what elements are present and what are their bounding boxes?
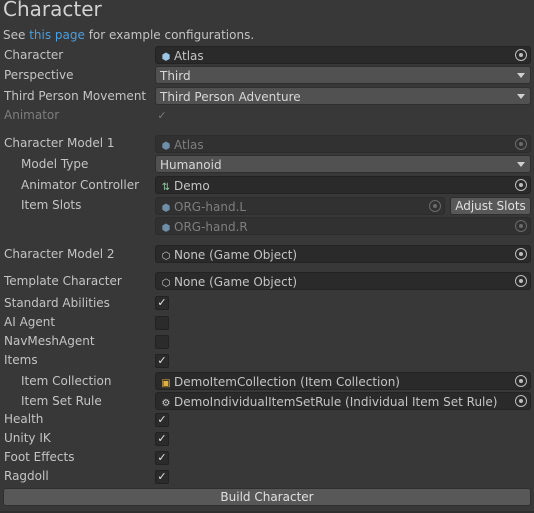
object-picker-icon[interactable]: [515, 179, 527, 191]
foot-effects-checkbox[interactable]: ✓: [155, 451, 169, 465]
inspector-title: Character: [3, 0, 102, 21]
animator-checkbox: ✓: [157, 109, 167, 122]
item-collection-icon: ▣: [161, 378, 171, 389]
item-set-rule-icon: ⚙: [161, 398, 171, 409]
item-set-rule-label: Item Set Rule: [21, 394, 102, 408]
game-object-icon: ⬡: [161, 251, 171, 262]
character-label: Character: [4, 48, 64, 62]
standard-abilities-checkbox[interactable]: ✓: [155, 296, 169, 310]
prefab-cube-icon: ⬢: [161, 52, 171, 63]
third-person-movement-label: Third Person Movement: [4, 89, 147, 103]
third-person-movement-dropdown[interactable]: Third Person Adventure: [155, 87, 531, 105]
prefab-cube-icon: ⬢: [161, 223, 171, 234]
items-label: Items: [4, 353, 38, 367]
character-model-2-field[interactable]: ⬡ None (Game Object): [155, 245, 531, 263]
unity-ik-checkbox[interactable]: ✓: [155, 432, 169, 446]
item-slot-field: ⬢ ORG-hand.L: [155, 197, 445, 215]
model-type-label: Model Type: [21, 157, 89, 171]
dropdown-arrow-icon: [517, 94, 525, 99]
animator-controller-label: Animator Controller: [21, 178, 140, 192]
standard-abilities-label: Standard Abilities: [4, 296, 110, 310]
dropdown-arrow-icon: [517, 162, 525, 167]
adjust-slots-button[interactable]: Adjust Slots: [450, 197, 531, 215]
animator-controller-icon: ⇅: [161, 182, 171, 193]
navmesh-agent-label: NavMeshAgent: [4, 334, 95, 348]
object-picker-icon: [515, 138, 527, 150]
item-slot-field: ⬢ ORG-hand.R: [155, 217, 531, 235]
character-model-2-label: Character Model 2: [4, 247, 115, 261]
ragdoll-checkbox[interactable]: ✓: [155, 470, 169, 484]
game-object-icon: ⬡: [161, 278, 171, 289]
character-model-1-field: ⬢ Atlas: [155, 135, 531, 153]
object-picker-icon: [515, 220, 527, 232]
object-picker-icon[interactable]: [515, 395, 527, 407]
prefab-cube-icon: ⬢: [161, 203, 171, 214]
unity-ik-label: Unity IK: [4, 431, 51, 445]
item-collection-field[interactable]: ▣ DemoItemCollection (Item Collection): [155, 372, 531, 390]
health-checkbox[interactable]: ✓: [155, 413, 169, 427]
object-picker-icon: [429, 200, 441, 212]
ai-agent-label: AI Agent: [4, 315, 56, 329]
perspective-label: Perspective: [4, 68, 74, 82]
animator-controller-field[interactable]: ⇅ Demo: [155, 176, 531, 194]
object-picker-icon[interactable]: [515, 375, 527, 387]
character-model-1-label: Character Model 1: [4, 136, 115, 150]
item-slots-label: Item Slots: [21, 198, 82, 212]
animator-label: Animator: [4, 108, 60, 122]
dropdown-arrow-icon: [517, 73, 525, 78]
intro-text: See this page for example configurations…: [3, 28, 255, 42]
ai-agent-checkbox[interactable]: [155, 316, 169, 330]
this-page-link[interactable]: this page: [29, 28, 85, 42]
template-character-field[interactable]: ⬡ None (Game Object): [155, 272, 531, 290]
model-type-dropdown[interactable]: Humanoid: [155, 155, 531, 173]
ragdoll-label: Ragdoll: [4, 469, 49, 483]
perspective-dropdown[interactable]: Third: [155, 66, 531, 84]
item-set-rule-field[interactable]: ⚙ DemoIndividualItemSetRule (Individual I…: [155, 392, 531, 410]
object-picker-icon[interactable]: [515, 275, 527, 287]
template-character-label: Template Character: [4, 274, 122, 288]
character-field[interactable]: ⬢ Atlas: [155, 46, 531, 64]
health-label: Health: [4, 412, 44, 426]
build-character-button[interactable]: Build Character: [3, 488, 531, 506]
items-checkbox[interactable]: ✓: [155, 354, 169, 368]
object-picker-icon[interactable]: [515, 49, 527, 61]
object-picker-icon[interactable]: [515, 248, 527, 260]
item-collection-label: Item Collection: [21, 374, 112, 388]
prefab-cube-icon: ⬢: [161, 141, 171, 152]
navmesh-agent-checkbox[interactable]: [155, 335, 169, 349]
foot-effects-label: Foot Effects: [4, 450, 75, 464]
